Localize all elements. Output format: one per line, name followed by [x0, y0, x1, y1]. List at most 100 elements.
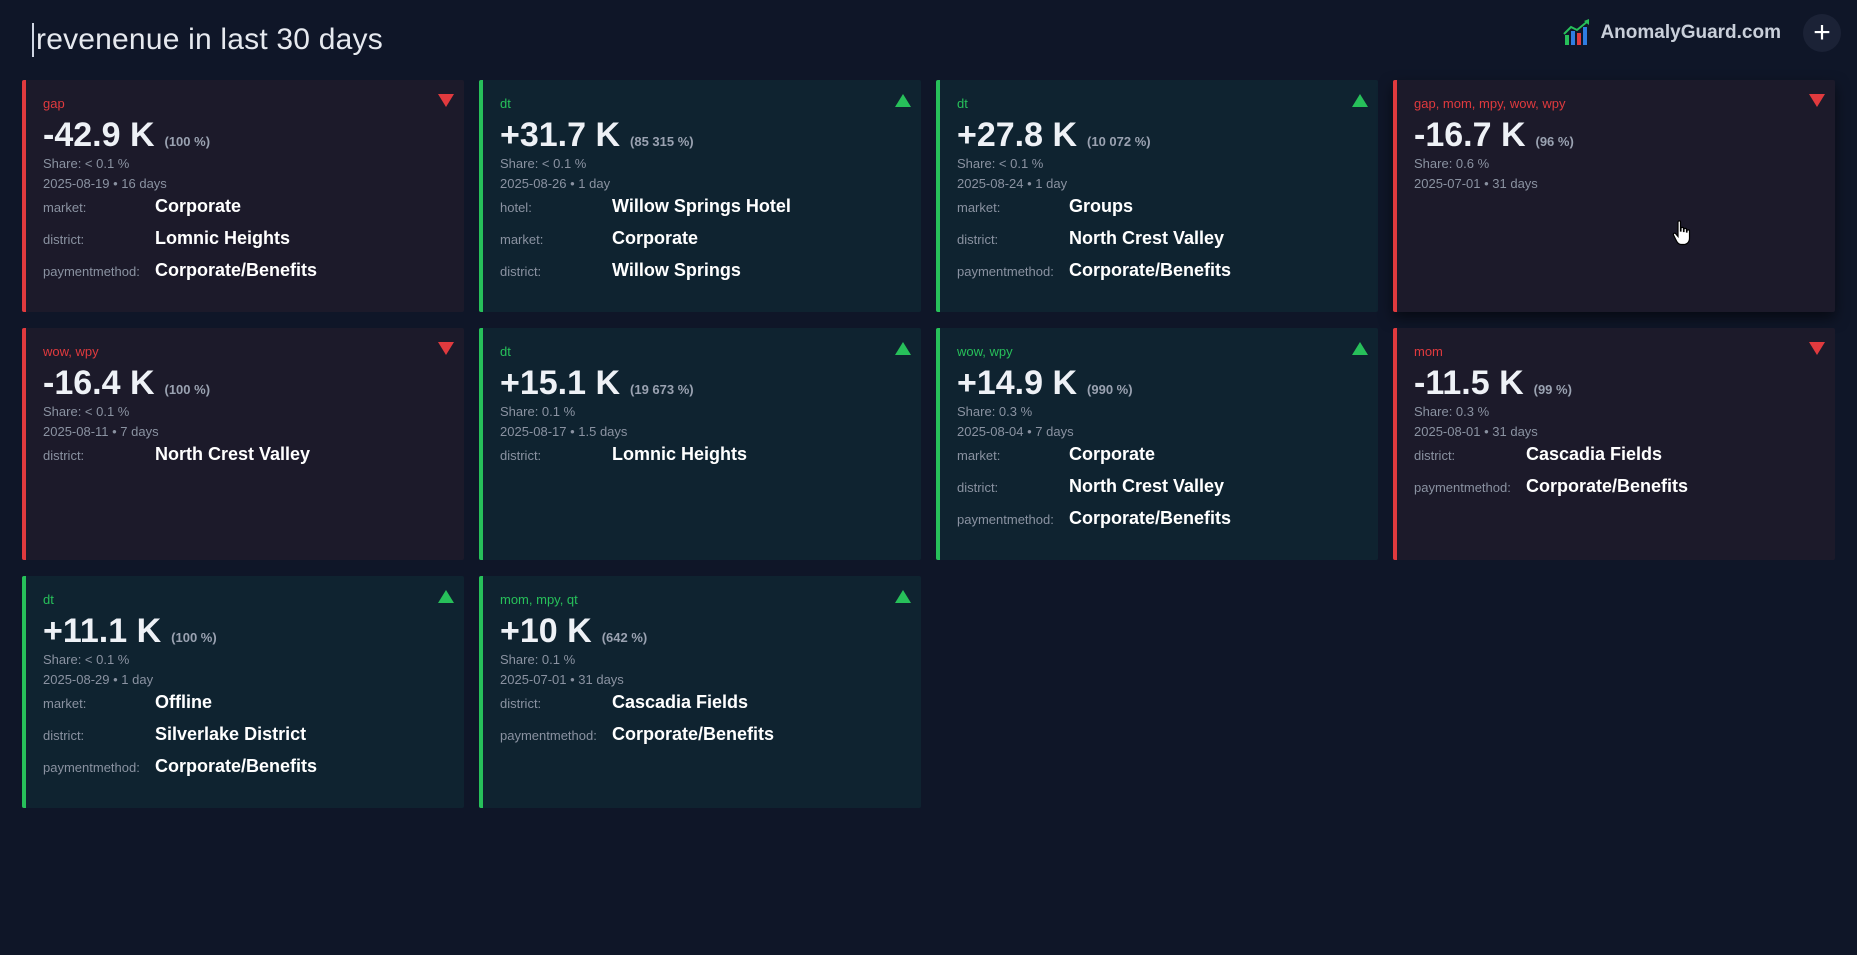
dimension-value: Corporate [612, 228, 699, 248]
dimension-value: Corporate/Benefits [1069, 260, 1232, 280]
anomaly-tags: dt [500, 344, 511, 359]
dimension-key: district: [43, 448, 85, 463]
anomaly-card[interactable]: mom, mpy, qt +10 K (642 %) Share: 0.1 % 2025… [479, 576, 921, 808]
anomaly-percent: (85 315 %) [630, 134, 694, 149]
triangle-down-icon [438, 94, 454, 107]
value-row: -16.7 K (96 %) [1414, 116, 1817, 154]
dimension-row: market: Groups [957, 196, 1360, 228]
dimension-list: market: Groups district: North Crest Valley… [957, 196, 1360, 292]
anomaly-card[interactable]: wow, wpy +14.9 K (990 %) Share: 0.3 % 2025-0… [936, 328, 1378, 560]
anomaly-tags: dt [957, 96, 968, 111]
share-text: Share: 0.6 % [1414, 156, 1490, 171]
date-range-text: 2025-07-01 • 31 days [500, 672, 624, 687]
date-range-text: 2025-08-11 • 7 days [43, 424, 159, 439]
dimension-row: district: North Crest Valley [957, 476, 1360, 508]
dimension-row: paymentmethod: Corporate/Benefits [957, 508, 1360, 540]
anomaly-card[interactable]: wow, wpy -16.4 K (100 %) Share: < 0.1 % 2025… [22, 328, 464, 560]
triangle-down-icon [1809, 94, 1825, 107]
anomaly-card[interactable]: gap -42.9 K (100 %) Share: < 0.1 % 2025-08-1… [22, 80, 464, 312]
triangle-up-icon [1352, 94, 1368, 107]
dimension-row: market: Corporate [957, 444, 1360, 476]
anomaly-value: +15.1 K [500, 364, 621, 402]
plus-icon: + [1813, 16, 1831, 49]
text-caret [32, 23, 34, 57]
dimension-list: market: Corporate district: Lomnic Heights p… [43, 196, 446, 292]
dimension-list: market: Offline district: Silverlake Distri… [43, 692, 446, 788]
dimension-value: Groups [1069, 196, 1134, 216]
anomaly-tags: gap [43, 96, 65, 111]
anomaly-percent: (100 %) [164, 382, 211, 397]
triangle-up-icon [895, 94, 911, 107]
hand-pointer-cursor-icon [1672, 220, 1691, 246]
anomaly-percent: (19 673 %) [630, 382, 694, 397]
brand-name[interactable]: AnomalyGuard.com [1600, 22, 1781, 44]
anomaly-card[interactable]: dt +27.8 K (10 072 %) Share: < 0.1 % 2025-08… [936, 80, 1378, 312]
dimension-value: North Crest Valley [1069, 476, 1225, 496]
anomaly-card[interactable]: dt +15.1 K (19 673 %) Share: 0.1 % 2025-08-1… [479, 328, 921, 560]
dimension-value: Cascadia Fields [1526, 444, 1663, 464]
value-row: +15.1 K (19 673 %) [500, 364, 903, 402]
date-range-text: 2025-08-26 • 1 day [500, 176, 611, 191]
dimension-value: North Crest Valley [1069, 228, 1225, 248]
dimension-value: Cascadia Fields [612, 692, 749, 712]
dimension-list: district: Lomnic Heights [500, 444, 903, 476]
anomaly-tags: wow, wpy [43, 344, 99, 359]
dimension-value: Corporate/Benefits [612, 724, 775, 744]
value-row: -11.5 K (99 %) [1414, 364, 1817, 402]
anomaly-card-grid: gap -42.9 K (100 %) Share: < 0.1 % 2025-08-1… [22, 80, 1835, 808]
dimension-key: district: [957, 232, 999, 247]
dimension-key: district: [500, 696, 542, 711]
value-row: -42.9 K (100 %) [43, 116, 446, 154]
dimension-value: Lomnic Heights [155, 228, 291, 248]
date-range-text: 2025-08-04 • 7 days [957, 424, 1074, 439]
dimension-value: Corporate/Benefits [155, 756, 318, 776]
dimension-row: district: North Crest Valley [43, 444, 446, 476]
anomaly-tags: wow, wpy [957, 344, 1013, 359]
dimension-value: North Crest Valley [155, 444, 311, 464]
dimension-value: Corporate [155, 196, 242, 216]
anomaly-value: -11.5 K [1414, 364, 1524, 402]
value-row: +14.9 K (990 %) [957, 364, 1360, 402]
brand[interactable]: AnomalyGuard.com [1562, 16, 1781, 50]
add-button[interactable]: + [1803, 14, 1841, 52]
dimension-row: district: Lomnic Heights [43, 228, 446, 260]
dimension-key: district: [500, 264, 542, 279]
dimension-list: market: Corporate district: North Crest Val… [957, 444, 1360, 540]
triangle-up-icon [895, 342, 911, 355]
anomaly-percent: (96 %) [1535, 134, 1574, 149]
anomaly-tags: mom [1414, 344, 1443, 359]
triangle-down-icon [1809, 342, 1825, 355]
dimension-row: market: Offline [43, 692, 446, 724]
triangle-down-icon [438, 342, 454, 355]
anomaly-card[interactable]: dt +31.7 K (85 315 %) Share: < 0.1 % 2025-08… [479, 80, 921, 312]
dimension-row: paymentmethod: Corporate/Benefits [500, 724, 903, 756]
search-query-text[interactable]: revenenue in last 30 days [36, 23, 383, 57]
anomaly-value: +11.1 K [43, 612, 162, 650]
dimension-value: Corporate/Benefits [1526, 476, 1689, 496]
dimension-row: district: North Crest Valley [957, 228, 1360, 260]
dimension-row: district: Cascadia Fields [500, 692, 903, 724]
share-text: Share: 0.3 % [957, 404, 1033, 419]
dimension-key: district: [957, 480, 999, 495]
dimension-key: district: [43, 232, 85, 247]
value-row: +27.8 K (10 072 %) [957, 116, 1360, 154]
dimension-value: Corporate/Benefits [1069, 508, 1232, 528]
dimension-row: paymentmethod: Corporate/Benefits [957, 260, 1360, 292]
dimension-key: district: [500, 448, 542, 463]
anomaly-value: +27.8 K [957, 116, 1078, 154]
anomaly-card[interactable]: dt +11.1 K (100 %) Share: < 0.1 % 2025-08-29… [22, 576, 464, 808]
anomaly-percent: (990 %) [1087, 382, 1133, 397]
anomaly-card[interactable]: mom -11.5 K (99 %) Share: 0.3 % 2025-08-01 •… [1393, 328, 1835, 560]
search-input[interactable]: revenenue in last 30 days [32, 18, 383, 62]
dimension-row: district: Lomnic Heights [500, 444, 903, 476]
dimension-value: Offline [155, 692, 212, 712]
dimension-key: market: [43, 696, 87, 711]
dimension-key: paymentmethod: [43, 264, 140, 279]
dimension-value: Willow Springs Hotel [612, 196, 791, 216]
triangle-up-icon [438, 590, 454, 603]
dimension-key: market: [43, 200, 87, 215]
anomaly-value: -16.4 K [43, 364, 155, 402]
dimension-value: Corporate [1069, 444, 1156, 464]
dimension-row: paymentmethod: Corporate/Benefits [43, 756, 446, 788]
anomaly-card[interactable]: gap, mom, mpy, wow, wpy -16.7 K (96 %) Shar… [1393, 80, 1835, 312]
